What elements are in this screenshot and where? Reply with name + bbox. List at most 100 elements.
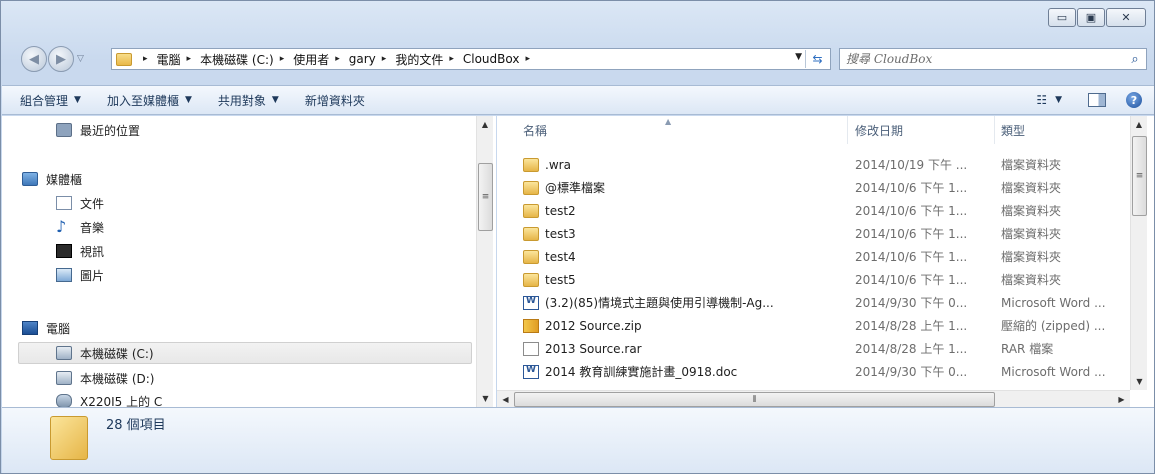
breadcrumb-cloudbox[interactable]: CloudBox ▸ <box>463 52 539 66</box>
search-box[interactable]: ⌕ <box>839 48 1147 70</box>
breadcrumb-computer[interactable]: 電腦 ▸ <box>157 51 201 68</box>
file-name: test2 <box>545 203 576 218</box>
scroll-up-icon[interactable]: ▲ <box>477 116 493 133</box>
preview-pane-button[interactable] <box>1088 93 1106 107</box>
add-to-library-menu[interactable]: 加入至媒體櫃 ▼ <box>107 92 192 109</box>
file-row[interactable]: (3.2)(85)情境式主題與使用引導機制-Ag... 2014/9/30 下午… <box>497 291 1137 314</box>
scroll-down-icon[interactable]: ▼ <box>1131 373 1148 390</box>
breadcrumb-gary[interactable]: gary ▸ <box>349 52 396 66</box>
toolbar-right: ☷ ▼ ? <box>1036 92 1142 108</box>
scroll-thumb[interactable]: ≡ <box>1132 136 1147 216</box>
nav-item-music[interactable]: 音樂 <box>56 216 104 238</box>
file-list: ▲ 名稱 修改日期 類型 .wra 2014/10/19 下午 ... 檔案資料… <box>497 116 1154 407</box>
back-button[interactable]: ◀ <box>21 46 47 72</box>
navigation-pane: 最近的位置 媒體櫃 文件 音樂 視訊 圖片 電腦 本機磁碟 (C:) 本機磁碟 … <box>2 116 496 407</box>
scroll-down-icon[interactable]: ▼ <box>477 390 494 407</box>
file-row[interactable]: test4 2014/10/6 下午 1... 檔案資料夾 <box>497 245 1137 268</box>
nav-item-drive-c[interactable]: 本機磁碟 (C:) <box>18 342 472 364</box>
maximize-button[interactable]: ▣ <box>1077 8 1105 27</box>
nav-item-pictures[interactable]: 圖片 <box>56 264 104 286</box>
file-type: 檔案資料夾 <box>1001 250 1062 264</box>
file-date: 2014/8/28 上午 1... <box>855 342 968 356</box>
address-bar[interactable]: ▸ 電腦 ▸ 本機磁碟 (C:) ▸ 使用者 ▸ gary ▸ 我的文件 ▸ CloudB… <box>111 48 831 70</box>
word-doc-icon <box>523 295 539 310</box>
search-icon[interactable]: ⌕ <box>1124 52 1146 67</box>
file-type: 壓縮的 (zipped) ... <box>1001 319 1106 333</box>
nav-item-documents[interactable]: 文件 <box>56 192 104 214</box>
organize-menu[interactable]: 組合管理 ▼ <box>20 92 81 109</box>
column-header-date[interactable]: 修改日期 <box>855 122 903 139</box>
file-row[interactable]: 2014 教育訓練實施計畫_0918.doc 2014/9/30 下午 0...… <box>497 360 1137 383</box>
column-header-name[interactable]: 名稱 <box>523 122 547 139</box>
network-drive-icon <box>56 394 72 407</box>
close-button[interactable]: ✕ <box>1106 8 1146 27</box>
breadcrumb-drive-c[interactable]: 本機磁碟 (C:) ▸ <box>200 51 293 68</box>
chevron-down-icon: ▼ <box>74 95 81 105</box>
scroll-right-icon[interactable]: ▶ <box>1113 391 1130 408</box>
file-date: 2014/10/6 下午 1... <box>855 227 968 241</box>
nav-item-drive-d[interactable]: 本機磁碟 (D:) <box>56 367 154 389</box>
nav-item-computer[interactable]: 電腦 <box>22 317 70 339</box>
help-button[interactable]: ? <box>1126 92 1142 108</box>
folder-icon <box>523 180 539 195</box>
share-with-menu[interactable]: 共用對象 ▼ <box>218 92 279 109</box>
nav-item-libraries[interactable]: 媒體櫃 <box>22 168 82 190</box>
nav-item-recent[interactable]: 最近的位置 <box>56 119 140 141</box>
forward-button[interactable]: ▶ <box>48 46 74 72</box>
file-type: Microsoft Word ... <box>1001 364 1106 379</box>
folder-icon <box>116 52 132 66</box>
refresh-button[interactable]: ⇆ <box>805 50 829 68</box>
address-history-dropdown-icon[interactable]: ▼ <box>795 52 802 62</box>
column-divider[interactable] <box>847 116 848 144</box>
file-type: 檔案資料夾 <box>1001 158 1062 172</box>
scroll-left-icon[interactable]: ◀ <box>497 391 514 408</box>
file-row[interactable]: 2013 Source.rar 2014/8/28 上午 1... RAR 檔案 <box>497 337 1137 360</box>
libraries-icon <box>22 172 38 186</box>
nav-item-network-drive[interactable]: X220I5 上的 C <box>56 390 162 407</box>
nav-buttons: ◀ ▶ ▽ <box>21 45 88 73</box>
recent-pages-dropdown-icon[interactable]: ▽ <box>77 54 84 64</box>
file-row[interactable]: 2012 Source.zip 2014/8/28 上午 1... 壓縮的 (z… <box>497 314 1137 337</box>
sort-ascending-icon: ▲ <box>665 117 672 126</box>
videos-icon <box>56 244 72 258</box>
file-name: @標準檔案 <box>545 181 606 195</box>
new-folder-button[interactable]: 新增資料夾 <box>305 92 365 109</box>
word-doc-icon <box>523 364 539 379</box>
file-name: test4 <box>545 249 576 264</box>
scroll-thumb[interactable]: ⦀ <box>514 392 995 407</box>
nav-item-videos[interactable]: 視訊 <box>56 240 104 262</box>
breadcrumb-my-documents[interactable]: 我的文件 ▸ <box>395 51 463 68</box>
command-bar: 組合管理 ▼ 加入至媒體櫃 ▼ 共用對象 ▼ 新增資料夾 ☷ ▼ ? <box>2 85 1154 115</box>
file-row[interactable]: @標準檔案 2014/10/6 下午 1... 檔案資料夾 <box>497 176 1137 199</box>
file-name: test3 <box>545 226 576 241</box>
file-type: 檔案資料夾 <box>1001 204 1062 218</box>
column-divider[interactable] <box>994 116 995 144</box>
column-header-type[interactable]: 類型 <box>1001 122 1025 139</box>
file-row[interactable]: .wra 2014/10/19 下午 ... 檔案資料夾 <box>497 153 1137 176</box>
file-row[interactable]: test3 2014/10/6 下午 1... 檔案資料夾 <box>497 222 1137 245</box>
change-view-button[interactable]: ☷ ▼ <box>1036 93 1062 107</box>
caption-buttons: ▭ ▣ ✕ <box>1047 8 1146 27</box>
minimize-button[interactable]: ▭ <box>1048 8 1076 27</box>
music-icon <box>56 220 72 234</box>
navigation-scrollbar[interactable]: ▲ ≡ ▼ <box>476 116 493 407</box>
breadcrumb-root-arrow[interactable]: ▸ <box>137 54 157 64</box>
help-icon: ? <box>1130 93 1138 107</box>
file-list-vertical-scrollbar[interactable]: ▲ ≡ ▼ <box>1130 116 1147 390</box>
file-name: test5 <box>545 272 576 287</box>
scroll-thumb[interactable]: ≡ <box>478 163 493 231</box>
breadcrumb-users[interactable]: 使用者 ▸ <box>293 51 349 68</box>
file-row[interactable]: test5 2014/10/6 下午 1... 檔案資料夾 <box>497 268 1137 291</box>
view-list-icon: ☷ <box>1036 93 1048 107</box>
refresh-icon: ⇆ <box>812 52 823 66</box>
pictures-icon <box>56 268 72 282</box>
file-list-horizontal-scrollbar[interactable]: ◀ ⦀ ▶ <box>497 390 1130 407</box>
file-name: 2014 教育訓練實施計畫_0918.doc <box>545 365 738 379</box>
search-input[interactable] <box>846 52 1124 66</box>
file-row[interactable]: test2 2014/10/6 下午 1... 檔案資料夾 <box>497 199 1137 222</box>
drive-icon <box>56 346 72 360</box>
folder-icon <box>523 203 539 218</box>
scroll-up-icon[interactable]: ▲ <box>1131 116 1147 133</box>
forward-arrow-icon: ▶ <box>56 51 66 67</box>
file-date: 2014/10/6 下午 1... <box>855 273 968 287</box>
